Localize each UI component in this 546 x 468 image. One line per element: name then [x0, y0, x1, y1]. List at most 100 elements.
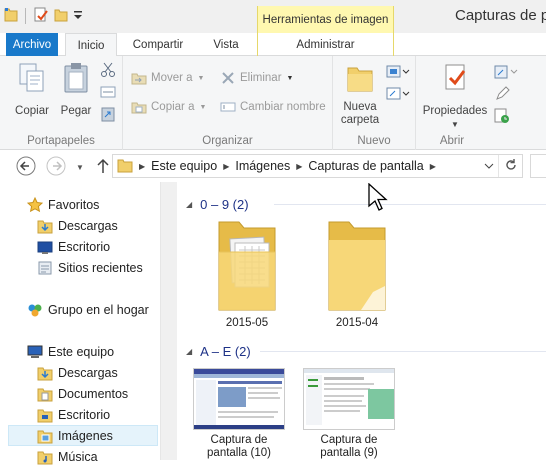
nav-item-escritorio[interactable]: Escritorio: [0, 404, 160, 425]
new-folder-button[interactable]: Nueva carpeta: [337, 62, 383, 127]
copy-path-icon[interactable]: [100, 84, 116, 103]
delete-x-icon: [220, 70, 236, 86]
tab-compartir[interactable]: Compartir: [122, 33, 194, 56]
ribbon: Copiar Pegar Portapapeles Mover a ▼ Copia…: [0, 56, 546, 150]
folder-item-2015-05[interactable]: 2015-05: [197, 216, 297, 330]
documents-icon: [37, 386, 53, 402]
nav-item-label: Escritorio: [58, 407, 111, 422]
desktop-folder-icon: [37, 407, 53, 423]
forward-button[interactable]: [45, 156, 67, 178]
nav-item-imagenes[interactable]: Imágenes: [8, 425, 158, 446]
folder-item-2015-04[interactable]: 2015-04: [307, 216, 407, 330]
nav-item-este-equipo[interactable]: Este equipo: [0, 341, 160, 362]
breadcrumb-imagenes[interactable]: Imágenes: [231, 159, 294, 173]
navigation-pane: Favoritos Descargas Escritorio Sitios re…: [0, 182, 160, 464]
delete-button[interactable]: Eliminar ▼: [220, 68, 293, 88]
nav-item-label: Descargas: [58, 365, 118, 380]
group-header-a-e[interactable]: ◢ A – E (2): [186, 342, 251, 360]
address-bar[interactable]: ▶ Este equipo ▶ Imágenes ▶ Capturas de p…: [112, 154, 523, 178]
nav-item-grupo-hogar[interactable]: Grupo en el hogar: [0, 299, 160, 320]
refresh-icon: [504, 158, 518, 175]
nav-item-label: Imágenes: [58, 428, 113, 443]
tab-vista[interactable]: Vista: [196, 33, 256, 56]
up-arrow-icon: [96, 158, 110, 177]
group-header-label: 0 – 9 (2): [200, 196, 249, 212]
address-history-dropdown[interactable]: [480, 155, 498, 177]
new-item-icon[interactable]: [386, 64, 410, 83]
easy-access-icon[interactable]: [386, 86, 410, 105]
recent-locations-button[interactable]: ▼: [74, 156, 86, 178]
image-item-captura-9[interactable]: Captura de pantalla (9): [299, 368, 399, 460]
nav-item-label: Este equipo: [48, 344, 115, 359]
new-folder-qat-icon[interactable]: [54, 7, 68, 26]
move-to-button[interactable]: Mover a ▼: [131, 68, 204, 88]
title-bar: Herramientas de imagen Capturas de p: [0, 0, 546, 33]
new-folder-label-line1: Nueva: [343, 101, 377, 113]
paste-shortcut-icon[interactable]: [100, 106, 116, 125]
group-label-portapapeles: Portapapeles: [27, 135, 95, 147]
move-to-label: Mover a: [151, 72, 193, 84]
up-button[interactable]: [92, 156, 114, 178]
address-bar-row: ▼ ▶ Este equipo ▶ Imágenes ▶ Capturas de…: [0, 150, 546, 182]
nav-item-label: Documentos: [58, 386, 129, 401]
tab-inicio[interactable]: Inicio: [65, 33, 117, 57]
chevron-right-icon[interactable]: ▶: [428, 162, 438, 171]
chevron-down-icon: ▼: [199, 103, 207, 111]
nav-item-descargas[interactable]: Descargas: [0, 362, 160, 383]
copy-label: Copiar: [15, 105, 49, 117]
refresh-button[interactable]: [498, 155, 522, 177]
paste-button[interactable]: Pegar: [56, 62, 96, 118]
new-folder-icon: [346, 62, 374, 98]
open-icon[interactable]: [494, 64, 518, 83]
paste-label: Pegar: [60, 105, 92, 117]
ribbon-tab-row: Archivo Inicio Compartir Vista Administr…: [0, 33, 546, 57]
customize-qat-icon[interactable]: [73, 9, 83, 24]
rename-button[interactable]: Cambiar nombre: [220, 97, 326, 117]
nav-item-descargas-fav[interactable]: Descargas: [0, 215, 160, 236]
chevron-down-icon: ▼: [76, 162, 84, 172]
nav-item-favoritos[interactable]: Favoritos: [0, 194, 160, 215]
image-thumbnail: [193, 368, 285, 430]
search-box[interactable]: [530, 154, 546, 178]
copy-button[interactable]: Copiar: [10, 62, 54, 118]
tab-administrar[interactable]: Administrar: [257, 33, 394, 56]
navigation-pane-scrollbar[interactable]: [160, 182, 177, 460]
group-header-0-9[interactable]: ◢ 0 – 9 (2): [186, 195, 249, 213]
edit-icon[interactable]: [494, 86, 510, 105]
paste-icon: [61, 62, 91, 98]
breadcrumb-este-equipo[interactable]: Este equipo: [147, 159, 221, 173]
nav-item-escritorio-fav[interactable]: Escritorio: [0, 236, 160, 257]
nav-item-sitios-recientes[interactable]: Sitios recientes: [0, 257, 160, 278]
copy-to-icon: [131, 99, 147, 115]
quick-access-toolbar: [4, 6, 83, 26]
forward-arrow-icon: [46, 156, 66, 179]
nav-item-documentos[interactable]: Documentos: [0, 383, 160, 404]
properties-qat-icon[interactable]: [33, 7, 49, 26]
group-header-label: A – E (2): [200, 343, 251, 359]
copy-to-button[interactable]: Copiar a ▼: [131, 97, 206, 117]
properties-button[interactable]: Propiedades ▼: [422, 62, 488, 131]
group-label-organizar: Organizar: [202, 135, 253, 147]
nav-item-label: Grupo en el hogar: [48, 302, 149, 317]
qat-separator: [25, 8, 26, 24]
tab-archivo[interactable]: Archivo: [6, 33, 58, 56]
mouse-cursor-icon: [368, 182, 388, 214]
chevron-right-icon[interactable]: ▶: [137, 162, 147, 171]
chevron-right-icon[interactable]: ▶: [221, 162, 231, 171]
chevron-right-icon[interactable]: ▶: [294, 162, 304, 171]
breadcrumb-capturas[interactable]: Capturas de pantalla: [304, 159, 427, 173]
image-label-line2: pantalla (9): [320, 447, 378, 459]
back-button[interactable]: [15, 156, 37, 178]
folder-with-images-icon: [215, 216, 279, 319]
group-abrir: Propiedades ▼ Abrir: [416, 56, 546, 150]
history-icon[interactable]: [494, 108, 510, 127]
chevron-down-icon: ▼: [197, 74, 205, 82]
pictures-icon: [37, 428, 53, 444]
downloads-icon: [37, 365, 53, 381]
collapse-triangle-icon: ◢: [186, 199, 193, 209]
chevron-down-icon: ▼: [286, 74, 294, 82]
image-item-captura-10[interactable]: Captura de pantalla (10): [189, 368, 289, 460]
cut-icon[interactable]: [100, 62, 116, 81]
nav-item-musica[interactable]: Música: [0, 446, 160, 467]
new-folder-label-line2: carpeta: [340, 114, 380, 126]
